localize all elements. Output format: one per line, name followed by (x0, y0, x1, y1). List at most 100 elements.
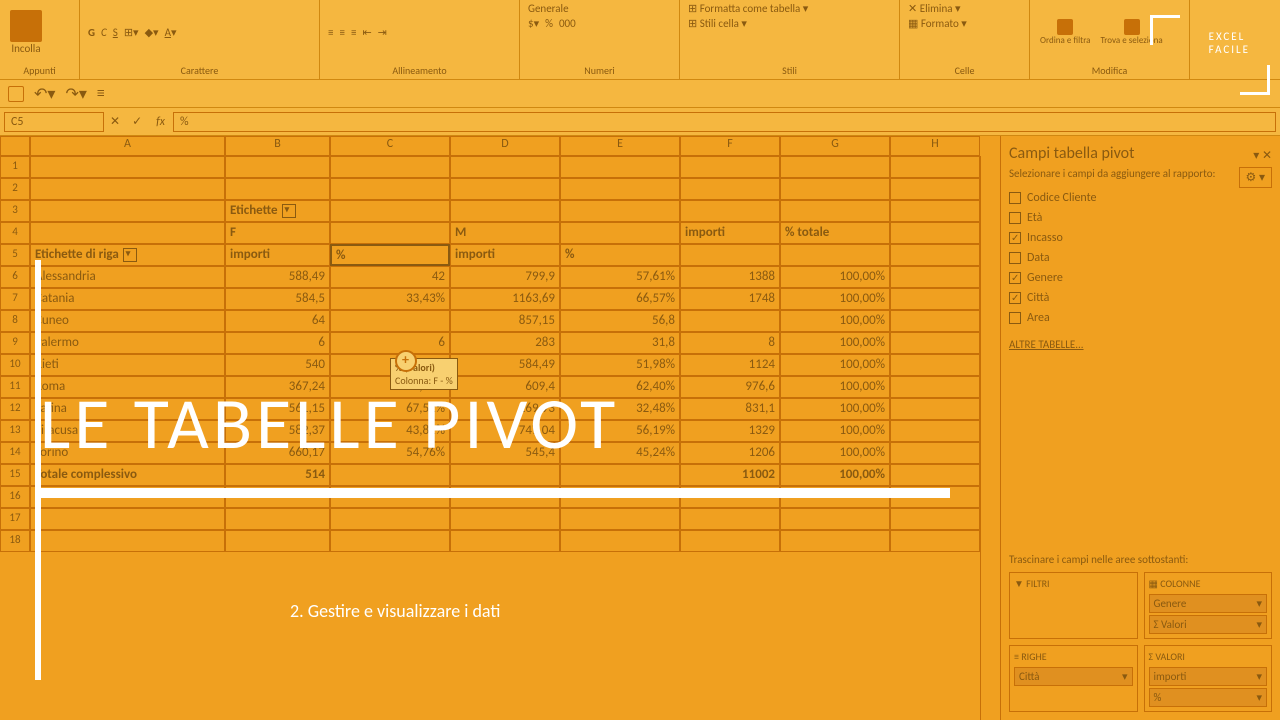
italic-button[interactable]: C (101, 26, 107, 39)
cell[interactable] (450, 156, 560, 178)
cell[interactable] (330, 200, 450, 222)
formula-input[interactable]: % (173, 112, 1276, 132)
cell[interactable]: importi (225, 244, 330, 266)
qat-more-icon[interactable]: ≡ (97, 84, 105, 103)
cell[interactable]: Palermo (30, 332, 225, 354)
row-number[interactable]: 16 (0, 486, 30, 508)
row-number[interactable]: 6 (0, 266, 30, 288)
cell[interactable] (330, 530, 450, 552)
cell[interactable]: 57,61% (560, 266, 680, 288)
cell[interactable]: 100,00% (780, 442, 890, 464)
row-number[interactable]: 1 (0, 156, 30, 178)
cell[interactable] (30, 156, 225, 178)
row-number[interactable]: 4 (0, 222, 30, 244)
cell[interactable] (30, 508, 225, 530)
cell[interactable]: Torino (30, 442, 225, 464)
cell[interactable] (890, 288, 980, 310)
cell[interactable] (450, 530, 560, 552)
cell[interactable] (780, 156, 890, 178)
cell[interactable]: 51,98% (560, 354, 680, 376)
cell[interactable]: M (450, 222, 560, 244)
cell[interactable]: Etichette di riga (30, 244, 225, 266)
fill-icon[interactable]: ◆▾ (145, 26, 159, 39)
cell[interactable] (560, 464, 680, 486)
cell[interactable] (330, 464, 450, 486)
row-number[interactable]: 10 (0, 354, 30, 376)
cell[interactable] (780, 200, 890, 222)
cell[interactable] (560, 222, 680, 244)
cell[interactable]: 540 (225, 354, 330, 376)
cell[interactable]: 1748 (680, 288, 780, 310)
area-item[interactable]: %▾ (1149, 688, 1268, 707)
cell[interactable] (450, 200, 560, 222)
cell[interactable]: Etichette (225, 200, 330, 222)
cell[interactable] (890, 508, 980, 530)
pivot-field-item[interactable]: Età (1009, 208, 1272, 228)
dropdown-icon[interactable] (123, 248, 137, 262)
cell[interactable]: Cuneo (30, 310, 225, 332)
cell[interactable]: 100,00% (780, 310, 890, 332)
cell[interactable] (225, 508, 330, 530)
cell[interactable]: 1163,69 (450, 288, 560, 310)
cell[interactable] (30, 178, 225, 200)
pivot-close-icon[interactable]: ▾ ✕ (1253, 148, 1272, 163)
cell[interactable]: 747,04 (450, 420, 560, 442)
border-icon[interactable]: ⊞▾ (124, 26, 139, 39)
name-box[interactable]: C5 (4, 112, 104, 132)
row-number[interactable]: 12 (0, 398, 30, 420)
cell[interactable] (330, 310, 450, 332)
font-color-icon[interactable]: A▾ (165, 26, 177, 39)
cell[interactable] (330, 508, 450, 530)
underline-button[interactable]: S (113, 26, 118, 39)
row-number[interactable]: 3 (0, 200, 30, 222)
cell[interactable]: 56,19% (560, 420, 680, 442)
cell[interactable] (560, 530, 680, 552)
pivot-area-colonne[interactable]: ▦ COLONNEGenere▾Σ Valori▾ (1144, 572, 1273, 639)
cell[interactable]: 1329 (680, 420, 780, 442)
cell[interactable] (890, 332, 980, 354)
checkbox-icon[interactable] (1009, 272, 1021, 284)
area-item[interactable]: importi▾ (1149, 667, 1268, 686)
cancel-formula-icon[interactable]: ✕ (104, 114, 126, 129)
cell[interactable] (680, 530, 780, 552)
cell[interactable] (560, 156, 680, 178)
cell[interactable]: 269,93 (450, 398, 560, 420)
cell[interactable]: 582,37 (225, 420, 330, 442)
cell[interactable] (890, 222, 980, 244)
cell[interactable] (30, 530, 225, 552)
cell[interactable]: 33,43% (330, 288, 450, 310)
cell[interactable]: Totale complessivo (30, 464, 225, 486)
cell[interactable]: 64 (225, 310, 330, 332)
column-header[interactable]: H (890, 136, 980, 156)
checkbox-icon[interactable] (1009, 192, 1021, 204)
cell[interactable] (680, 508, 780, 530)
cell[interactable] (225, 156, 330, 178)
cell[interactable]: 1124 (680, 354, 780, 376)
cell[interactable]: 42 (330, 266, 450, 288)
cell[interactable] (330, 178, 450, 200)
cell[interactable] (680, 178, 780, 200)
thousands-button[interactable]: 000 (559, 17, 576, 30)
cell[interactable]: 31,8 (560, 332, 680, 354)
cell[interactable] (890, 464, 980, 486)
cell[interactable] (890, 266, 980, 288)
cell[interactable]: 100,00% (780, 464, 890, 486)
cell[interactable] (890, 354, 980, 376)
checkbox-icon[interactable] (1009, 212, 1021, 224)
cell[interactable]: Siracusa (30, 420, 225, 442)
cell[interactable]: 799,9 (450, 266, 560, 288)
format-button[interactable]: ▦ Formato ▾ (908, 17, 967, 30)
cell[interactable]: 100,00% (780, 420, 890, 442)
undo-icon[interactable]: ↶▾ (34, 84, 55, 104)
row-number[interactable]: 14 (0, 442, 30, 464)
pivot-field-item[interactable]: Codice Cliente (1009, 188, 1272, 208)
cell[interactable] (780, 244, 890, 266)
percent-button[interactable]: % (545, 17, 553, 30)
area-item[interactable]: Genere▾ (1149, 594, 1268, 613)
number-format-select[interactable]: Generale (528, 2, 569, 15)
row-number[interactable]: 2 (0, 178, 30, 200)
row-number[interactable]: 15 (0, 464, 30, 486)
cell[interactable] (680, 486, 780, 508)
cell[interactable] (890, 486, 980, 508)
align-left-icon[interactable]: ≡ (328, 26, 333, 39)
